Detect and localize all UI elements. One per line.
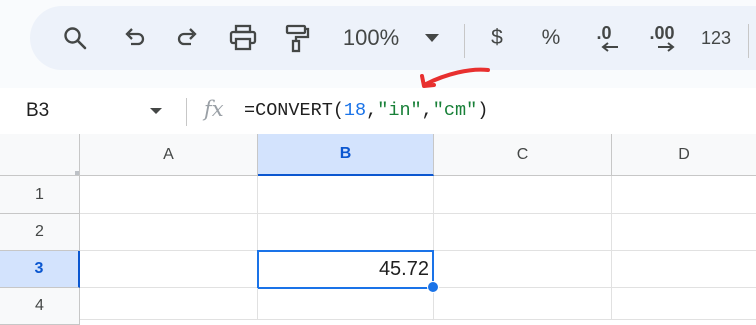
zoom-select[interactable]: 100% <box>336 6 406 70</box>
formula-number: 18 <box>343 100 367 121</box>
zoom-dropdown-icon <box>425 34 439 42</box>
formula-prefix: =CONVERT( <box>244 100 344 121</box>
undo-button[interactable] <box>118 6 152 70</box>
cell-b1[interactable] <box>258 176 434 214</box>
formula-suffix: ) <box>477 100 489 121</box>
cell-d2[interactable] <box>612 214 756 251</box>
spreadsheet-grid: A B C D 1 2 3 4 45.72 <box>0 134 756 325</box>
fx-icon: fx <box>204 97 224 121</box>
row-header-2[interactable]: 2 <box>0 214 80 251</box>
zoom-value: 100% <box>342 25 400 50</box>
toolbar-separator-2 <box>748 24 749 58</box>
cell-a4[interactable] <box>80 288 258 320</box>
percent-label: % <box>541 26 561 49</box>
cell-d3[interactable] <box>612 251 756 288</box>
column-header-c[interactable]: C <box>434 134 612 176</box>
formula-from-unit: "in" <box>377 100 422 121</box>
search-icon <box>64 27 87 50</box>
formula-to-unit: "cm" <box>432 100 478 121</box>
search-button[interactable] <box>58 6 92 70</box>
zoom-dropdown-button[interactable] <box>422 6 442 70</box>
cell-b3-active[interactable]: 45.72 <box>257 250 434 289</box>
cell-a3[interactable] <box>80 251 258 288</box>
formula-comma: , <box>366 100 378 121</box>
decrease-decimal-label: .0 <box>596 23 612 43</box>
paint-format-icon <box>285 24 310 53</box>
toolbar: 100% $ % .0 .00 123 <box>30 6 756 70</box>
fill-handle[interactable] <box>427 281 439 293</box>
column-header-b[interactable]: B <box>258 134 434 176</box>
decrease-decimal-button[interactable]: .0 <box>586 6 622 70</box>
cell-c3[interactable] <box>434 251 612 288</box>
redo-button[interactable] <box>170 6 204 70</box>
toolbar-area: 100% $ % .0 .00 123 <box>0 0 756 88</box>
increase-decimal-label: .00 <box>649 23 675 43</box>
corner-mark <box>75 171 79 175</box>
cell-a1[interactable] <box>80 176 258 214</box>
increase-decimal-button[interactable]: .00 <box>642 6 682 70</box>
cell-b2[interactable] <box>258 214 434 251</box>
cell-c4[interactable] <box>434 288 612 320</box>
print-button[interactable] <box>226 6 260 70</box>
cell-d4[interactable] <box>612 288 756 320</box>
cell-a2[interactable] <box>80 214 258 251</box>
number-format-button[interactable]: 123 <box>696 6 736 70</box>
formula-comma: , <box>421 100 433 121</box>
arrow-left-icon <box>601 42 618 52</box>
arrow-right-icon <box>658 42 675 52</box>
currency-format-button[interactable]: $ <box>486 6 508 70</box>
row-header-3[interactable]: 3 <box>0 251 80 288</box>
cell-d1[interactable] <box>612 176 756 214</box>
redo-icon <box>177 28 197 46</box>
cell-c2[interactable] <box>434 214 612 251</box>
formula-input[interactable]: =CONVERT(18,"in","cm") <box>244 100 488 121</box>
toolbar-separator <box>464 24 465 58</box>
select-all-corner[interactable] <box>0 134 80 176</box>
print-icon <box>229 24 257 51</box>
number-format-label: 123 <box>700 27 732 48</box>
name-box-dropdown-icon[interactable] <box>150 108 162 114</box>
cell-b4[interactable] <box>258 288 434 320</box>
paint-format-button[interactable] <box>280 6 314 70</box>
row-header-4[interactable]: 4 <box>0 288 80 325</box>
cell-c1[interactable] <box>434 176 612 214</box>
formula-bar-separator <box>186 98 187 126</box>
cell-b3-value: 45.72 <box>378 258 429 280</box>
formula-bar: B3 fx =CONVERT(18,"in","cm") <box>0 88 756 135</box>
currency-label: $ <box>491 26 503 49</box>
row-header-1[interactable]: 1 <box>0 176 80 214</box>
name-box[interactable]: B3 <box>26 100 49 122</box>
percent-format-button[interactable]: % <box>538 6 564 70</box>
undo-icon <box>125 28 145 46</box>
column-header-d[interactable]: D <box>612 134 756 176</box>
column-header-a[interactable]: A <box>80 134 258 176</box>
